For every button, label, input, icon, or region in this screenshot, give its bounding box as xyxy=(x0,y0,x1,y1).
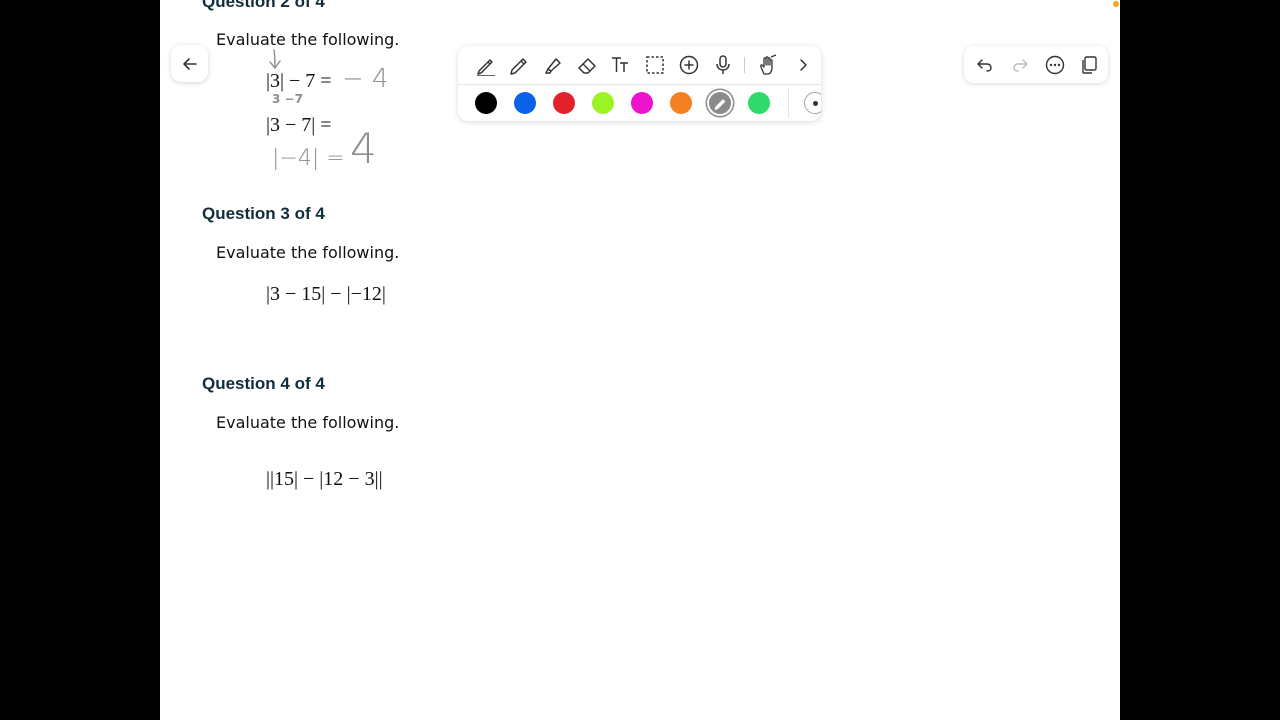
lasso-select-icon xyxy=(646,56,664,74)
color-swatch-orange[interactable] xyxy=(670,92,692,114)
text-icon xyxy=(612,57,628,72)
microphone-icon xyxy=(716,55,730,74)
add-tool[interactable] xyxy=(676,52,702,78)
handwritten-answer-a: − 4 xyxy=(342,64,389,94)
pages-icon xyxy=(1082,56,1097,74)
highlighter-tool[interactable] xyxy=(540,52,566,78)
stroke-size-button[interactable] xyxy=(804,92,821,114)
pencil-icon xyxy=(714,99,726,110)
back-button[interactable] xyxy=(171,45,208,82)
handwritten-answer-b: 4 xyxy=(350,124,377,173)
add-icon xyxy=(679,55,699,75)
toolbar-divider xyxy=(744,57,745,73)
pages-button[interactable] xyxy=(1077,53,1101,77)
color-swatch-magenta[interactable] xyxy=(631,92,653,114)
highlighter-icon xyxy=(544,58,561,74)
status-dot xyxy=(1113,1,1119,7)
undo-button[interactable] xyxy=(973,53,997,77)
color-swatch-lime[interactable] xyxy=(592,92,614,114)
question-2-prompt: Evaluate the following. xyxy=(216,30,400,49)
eraser-icon xyxy=(578,58,596,74)
eraser-tool[interactable] xyxy=(574,52,600,78)
question-2-expression-a: |3| − 7 = xyxy=(266,70,332,92)
stroke-size-dot-icon xyxy=(812,100,818,106)
color-swatch-gray[interactable] xyxy=(709,92,731,114)
more-tools-button[interactable] xyxy=(790,52,816,78)
touch-draw-tool[interactable] xyxy=(754,52,780,78)
chevron-right-icon xyxy=(800,59,807,71)
pencil-tool[interactable] xyxy=(506,52,532,78)
color-swatch-black[interactable] xyxy=(475,92,497,114)
color-swatch-blue[interactable] xyxy=(514,92,536,114)
pencil-icon xyxy=(510,58,527,75)
question-2-title: Question 2 of 4 xyxy=(202,0,325,11)
handwritten-line: |−4| = xyxy=(272,146,345,171)
handwritten-arrow xyxy=(269,49,281,70)
question-2-expression-b: |3 − 7| = xyxy=(266,114,332,136)
more-button[interactable] xyxy=(1043,53,1067,77)
handwritten-substitution: 3 −7 xyxy=(272,92,303,106)
history-toolbar xyxy=(964,46,1108,83)
redo-button[interactable] xyxy=(1008,53,1032,77)
toolbar-separator xyxy=(458,84,821,85)
more-icon xyxy=(1045,55,1065,75)
question-3-prompt: Evaluate the following. xyxy=(216,243,400,262)
microphone-tool[interactable] xyxy=(710,52,736,78)
text-tool[interactable] xyxy=(608,52,634,78)
palette-divider xyxy=(788,88,789,118)
pen-tool[interactable] xyxy=(473,52,499,78)
question-4-expression: ||15| − |12 − 3|| xyxy=(266,468,383,490)
question-3-title: Question 3 of 4 xyxy=(202,204,325,223)
arrow-left-icon xyxy=(182,57,197,70)
question-4-title: Question 4 of 4 xyxy=(202,374,325,393)
touch-draw-icon xyxy=(760,54,777,75)
pen-icon xyxy=(477,59,495,76)
undo-icon xyxy=(977,59,992,72)
redo-icon xyxy=(1013,59,1028,72)
notebook-page[interactable]: Question 2 of 4 Evaluate the following. … xyxy=(160,0,1120,720)
question-4-prompt: Evaluate the following. xyxy=(216,413,400,432)
drawing-toolbar xyxy=(458,46,821,121)
question-3-expression: |3 − 15| − |−12| xyxy=(266,283,386,305)
lasso-select-tool[interactable] xyxy=(642,52,668,78)
color-swatch-red[interactable] xyxy=(553,92,575,114)
color-swatch-green[interactable] xyxy=(748,92,770,114)
